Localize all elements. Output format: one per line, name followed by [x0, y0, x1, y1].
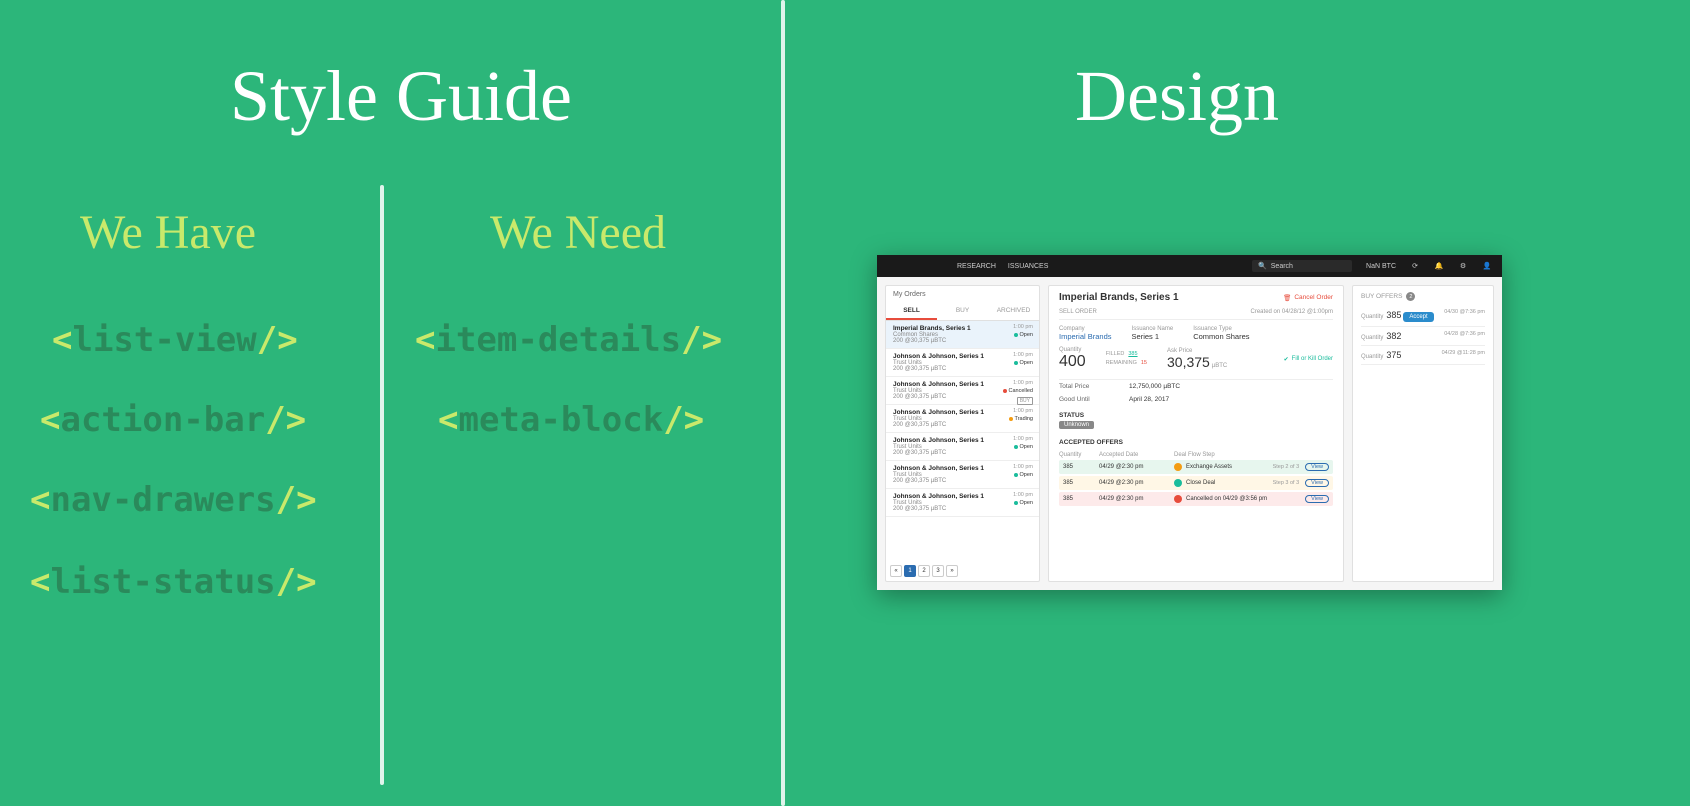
order-item[interactable]: Johnson & Johnson, Series 1Trust Units20… — [886, 405, 1039, 433]
tag-list-status: <list-status/> — [30, 562, 317, 602]
created-label: Created on 04/28/12 @1:00pm — [1251, 309, 1333, 315]
order-item[interactable]: Johnson & Johnson, Series 1Trust Units20… — [886, 433, 1039, 461]
cancel-order-button[interactable]: 🗑 Cancel Order — [1283, 294, 1333, 302]
tag-item-details: <item-details/> — [415, 320, 722, 360]
subhead-we-have: We Have — [80, 205, 256, 260]
search-icon: 🔍 — [1258, 262, 1267, 270]
buy-offer: Quantity382 04/28 @7:36 pm — [1361, 327, 1485, 346]
topbar: RESEARCH ISSUANCES 🔍 Search NaN BTC ⟳ 🔔 … — [877, 255, 1502, 277]
tab-sell[interactable]: SELL — [886, 303, 937, 320]
check-icon: ✔ — [1284, 356, 1289, 363]
pager-button[interactable]: 3 — [932, 565, 944, 577]
main-divider — [781, 0, 785, 806]
mid-divider — [380, 185, 384, 785]
accepted-offer-row: 38504/29 @2:30 pm Cancelled on 04/29 @3:… — [1059, 492, 1333, 506]
detail-panel: Imperial Brands, Series 1 🗑 Cancel Order… — [1048, 285, 1344, 582]
nav-issuances[interactable]: ISSUANCES — [1008, 263, 1048, 270]
quantity-value: 400 — [1059, 353, 1086, 371]
tag-meta-block: <meta-block/> — [438, 400, 704, 440]
tag-nav-drawers: <nav-drawers/> — [30, 480, 317, 520]
tag-list-view: <list-view/> — [52, 320, 298, 360]
order-item[interactable]: Johnson & Johnson, Series 1Trust Units20… — [886, 377, 1039, 405]
pager-button[interactable]: » — [946, 565, 958, 577]
design-mock: RESEARCH ISSUANCES 🔍 Search NaN BTC ⟳ 🔔 … — [877, 255, 1502, 590]
buy-offer: Quantity375 04/29 @11:28 pm — [1361, 346, 1485, 365]
order-item[interactable]: Johnson & Johnson, Series 1Trust Units20… — [886, 349, 1039, 377]
bell-icon[interactable]: 🔔 — [1434, 261, 1444, 271]
tab-archived[interactable]: ARCHIVED — [988, 303, 1039, 320]
order-item[interactable]: Imperial Brands, Series 1Common Shares20… — [886, 321, 1039, 349]
accepted-offer-row: 38504/29 @2:30 pm Close Deal Step 3 of 3… — [1059, 476, 1333, 490]
orders-title: My Orders — [886, 286, 1039, 303]
status-badge: Unknown — [1059, 421, 1094, 429]
view-button[interactable]: View — [1305, 495, 1329, 503]
order-item[interactable]: Johnson & Johnson, Series 1Trust Units20… — [886, 489, 1039, 517]
trash-icon: 🗑 — [1283, 294, 1291, 302]
nav-research[interactable]: RESEARCH — [957, 263, 996, 270]
accepted-offer-row: 38504/29 @2:30 pm Exchange Assets Step 2… — [1059, 460, 1333, 474]
sell-order-label: SELL ORDER — [1059, 309, 1097, 315]
balance: NaN BTC — [1366, 263, 1396, 270]
subhead-we-need: We Need — [490, 205, 666, 260]
view-button[interactable]: View — [1305, 479, 1329, 487]
title-design: Design — [1075, 55, 1279, 138]
refresh-icon[interactable]: ⟳ — [1410, 261, 1420, 271]
offers-count: 2 — [1406, 292, 1415, 301]
pager-button[interactable]: « — [890, 565, 902, 577]
tag-action-bar: <action-bar/> — [40, 400, 306, 440]
offers-panel: BUY OFFERS2 Quantity385 04/30 @7:36 pm A… — [1352, 285, 1494, 582]
tab-buy[interactable]: BUY — [937, 303, 988, 320]
title-style-guide: Style Guide — [230, 55, 572, 138]
gear-icon[interactable]: ⚙ — [1458, 261, 1468, 271]
pager: «123» — [886, 561, 1039, 581]
buy-offer: Quantity385 04/30 @7:36 pm Accept — [1361, 305, 1485, 327]
search-placeholder: Search — [1271, 263, 1293, 270]
pager-button[interactable]: 1 — [904, 565, 916, 577]
accept-button[interactable]: Accept — [1403, 312, 1433, 322]
detail-title: Imperial Brands, Series 1 — [1059, 292, 1179, 303]
orders-panel: My Orders SELL BUY ARCHIVED Imperial Bra… — [885, 285, 1040, 582]
user-icon[interactable]: 👤 — [1482, 261, 1492, 271]
fok-button[interactable]: ✔Fill or Kill Order — [1284, 356, 1333, 363]
pager-button[interactable]: 2 — [918, 565, 930, 577]
order-item[interactable]: Johnson & Johnson, Series 1Trust Units20… — [886, 461, 1039, 489]
company-link[interactable]: Imperial Brands — [1059, 332, 1112, 341]
search-input[interactable]: 🔍 Search — [1252, 260, 1352, 272]
view-button[interactable]: View — [1305, 463, 1329, 471]
